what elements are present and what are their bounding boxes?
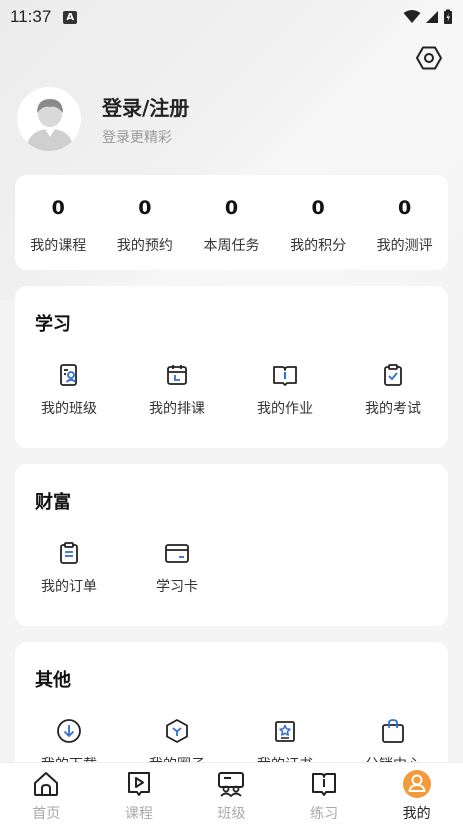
menu-study-card[interactable]: 学习卡 [123,540,231,596]
stats-card: 0 我的课程 0 我的预约 0 本周任务 0 我的积分 0 我的测评 [15,175,448,270]
menu-label: 我的排课 [149,401,205,417]
tab-label: 首页 [32,806,61,822]
home-icon [34,772,59,796]
tab-profile[interactable]: 我的 [370,763,463,824]
tab-label: 班级 [217,806,246,822]
circle-icon [166,719,188,743]
stat-label: 我的积分 [290,238,347,254]
tab-home[interactable]: 首页 [0,763,93,824]
menu-label: 我的考试 [365,401,421,417]
study-section: 学习 我的班级 我的排课 我的作业 我的考试 [15,286,448,448]
card-icon [165,544,189,563]
menu-label: 我的作业 [257,401,313,417]
notification-badge: A [63,10,78,24]
status-bar: 11:37 A [0,0,463,34]
tab-label: 课程 [124,806,153,822]
section-title: 学习 [35,314,71,335]
settings-hexagon-icon [416,46,442,70]
stat-label: 我的课程 [30,238,87,254]
menu-label: 我的班级 [41,401,97,417]
tab-label: 我的 [402,806,431,822]
stat-my-appointments[interactable]: 0 我的预约 [102,175,189,270]
bag-icon [382,719,404,743]
stat-my-points[interactable]: 0 我的积分 [275,175,362,270]
stat-my-assessments[interactable]: 0 我的测评 [361,175,448,270]
menu-my-exams[interactable]: 我的考试 [339,362,447,418]
section-title: 其他 [35,670,71,691]
book-icon [273,366,297,386]
stat-label: 我的预约 [116,238,173,254]
order-clipboard-icon [60,542,78,564]
stat-label: 我的测评 [376,238,433,254]
menu-my-class[interactable]: 我的班级 [15,362,123,418]
tab-class[interactable]: 班级 [185,763,278,824]
profile-icon [402,770,431,798]
menu-label: 我的订单 [41,579,97,595]
tab-courses[interactable]: 课程 [93,763,186,824]
exam-clipboard-icon [384,364,402,386]
download-icon [57,719,81,743]
menu-my-homework[interactable]: 我的作业 [231,362,339,418]
tab-practice[interactable]: 练习 [278,763,371,824]
login-subtitle: 登录更精彩 [102,129,172,146]
menu-label: 学习卡 [156,579,198,595]
status-time: 11:37 [10,7,52,26]
battery-icon [444,9,452,24]
class-icon [218,772,245,798]
settings-button[interactable] [415,44,443,72]
profile-header[interactable]: 登录/注册 登录更精彩 [16,86,189,152]
tab-label: 练习 [310,806,339,822]
menu-my-orders[interactable]: 我的订单 [15,540,123,596]
stat-value: 0 [311,197,325,219]
practice-icon [312,773,337,796]
avatar[interactable] [16,86,82,152]
stat-my-courses[interactable]: 0 我的课程 [15,175,102,270]
stat-value: 0 [138,197,152,219]
signal-icon [426,11,438,23]
menu-my-schedule[interactable]: 我的排课 [123,362,231,418]
login-register-link[interactable]: 登录/注册 [102,92,189,121]
wifi-icon [403,10,421,23]
wealth-section: 财富 我的订单 学习卡 [15,464,448,626]
bottom-tab-bar: 首页 课程 班级 练习 我的 [0,762,463,824]
stat-value: 0 [398,197,412,219]
course-icon [127,772,150,796]
stat-value: 0 [224,197,239,219]
certificate-icon [275,721,295,742]
class-card-icon [60,364,77,386]
section-title: 财富 [35,492,71,513]
stat-label: 本周任务 [203,238,260,254]
stat-weekly-tasks[interactable]: 0 本周任务 [188,175,275,270]
calendar-icon [167,365,187,385]
default-avatar-icon [18,88,81,151]
stat-value: 0 [51,197,65,219]
